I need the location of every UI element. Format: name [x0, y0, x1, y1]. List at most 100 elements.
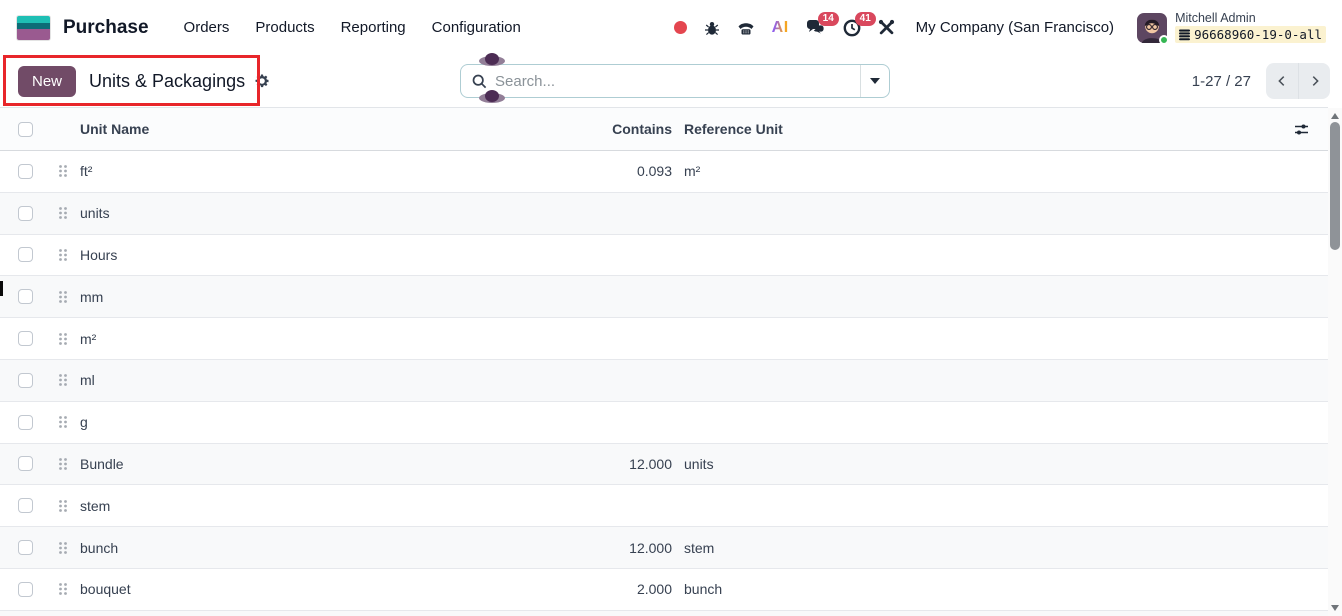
tools-icon[interactable]	[878, 19, 895, 36]
table-header: Unit Name Contains Reference Unit	[0, 108, 1328, 151]
search-bar[interactable]	[460, 64, 890, 98]
recording-indicator-icon	[674, 21, 687, 34]
messages-icon[interactable]: 14	[806, 19, 826, 36]
drag-dots-icon	[58, 499, 68, 513]
scroll-down-arrow-icon[interactable]	[1331, 605, 1339, 611]
reference-unit-cell[interactable]: stem	[672, 540, 872, 556]
drag-dots-icon	[58, 164, 68, 178]
contains-cell[interactable]: 0.093	[500, 163, 672, 179]
table-row[interactable]: units	[0, 193, 1328, 235]
row-checkbox[interactable]	[18, 289, 33, 304]
contains-cell[interactable]: 2.000	[500, 581, 672, 597]
row-checkbox[interactable]	[18, 247, 33, 262]
row-drag-handle[interactable]	[58, 541, 80, 555]
row-drag-handle[interactable]	[58, 415, 80, 429]
row-drag-handle[interactable]	[58, 373, 80, 387]
drag-dots-icon	[58, 541, 68, 555]
reference-unit-cell[interactable]: units	[672, 456, 872, 472]
unit-name-cell[interactable]: Hours	[80, 247, 500, 263]
menu-configuration[interactable]: Configuration	[419, 11, 534, 44]
table-row[interactable]: Bundle12.000units	[0, 444, 1328, 486]
search-icon	[472, 74, 487, 89]
contains-cell[interactable]: 12.000	[500, 540, 672, 556]
scrollbar-thumb[interactable]	[1330, 122, 1340, 250]
purchase-app-icon[interactable]	[16, 15, 51, 41]
app-name[interactable]: Purchase	[63, 17, 149, 39]
scroll-up-arrow-icon[interactable]	[1331, 113, 1339, 119]
cursor-artifact	[0, 281, 3, 296]
row-drag-handle[interactable]	[58, 499, 80, 513]
main-menu: Orders Products Reporting Configuration	[171, 11, 534, 44]
header-reference-unit[interactable]: Reference Unit	[672, 121, 872, 137]
database-icon	[1179, 29, 1190, 41]
drag-dots-icon	[58, 206, 68, 220]
menu-orders[interactable]: Orders	[171, 11, 243, 44]
table-row[interactable]: mm	[0, 276, 1328, 318]
unit-name-cell[interactable]: bunch	[80, 540, 500, 556]
table-row[interactable]: ft²0.093m²	[0, 151, 1328, 193]
row-drag-handle[interactable]	[58, 290, 80, 304]
row-checkbox[interactable]	[18, 373, 33, 388]
select-all-checkbox[interactable]	[18, 122, 33, 137]
row-checkbox[interactable]	[18, 498, 33, 513]
units-list-view: Unit Name Contains Reference Unit ft²0.0…	[0, 107, 1328, 616]
row-checkbox[interactable]	[18, 456, 33, 471]
database-badge: 96668960-19-0-all	[1175, 26, 1326, 43]
table-row[interactable]: bunch12.000stem	[0, 527, 1328, 569]
row-checkbox[interactable]	[18, 206, 33, 221]
row-checkbox[interactable]	[18, 415, 33, 430]
table-row[interactable]: stem	[0, 485, 1328, 527]
user-name: Mitchell Admin	[1175, 12, 1326, 26]
chevron-down-icon	[870, 78, 880, 84]
row-drag-handle[interactable]	[58, 582, 80, 596]
new-button[interactable]: New	[18, 66, 76, 97]
table-row[interactable]: ml	[0, 360, 1328, 402]
header-contains[interactable]: Contains	[500, 121, 672, 137]
unit-name-cell[interactable]: stem	[80, 498, 500, 514]
menu-reporting[interactable]: Reporting	[328, 11, 419, 44]
systray: AI 14 41 My Company (San Francisco)	[674, 12, 1326, 44]
row-checkbox[interactable]	[18, 540, 33, 555]
unit-name-cell[interactable]: m²	[80, 331, 500, 347]
vertical-scrollbar[interactable]	[1328, 108, 1342, 616]
reference-unit-cell[interactable]: bunch	[672, 581, 872, 597]
ai-icon[interactable]: AI	[772, 19, 789, 37]
pager-next-button[interactable]	[1298, 63, 1330, 99]
unit-name-cell[interactable]: g	[80, 414, 500, 430]
user-menu[interactable]: Mitchell Admin 96668960-19-0-all	[1137, 12, 1326, 44]
header-unit-name[interactable]: Unit Name	[80, 121, 500, 137]
row-drag-handle[interactable]	[58, 206, 80, 220]
contains-cell[interactable]: 12.000	[500, 456, 672, 472]
ai-label: AI	[772, 19, 789, 37]
debug-bug-icon[interactable]	[704, 20, 720, 36]
voip-phone-icon[interactable]	[737, 20, 755, 36]
optional-columns-icon[interactable]	[1293, 108, 1310, 150]
menu-products[interactable]: Products	[242, 11, 327, 44]
row-drag-handle[interactable]	[58, 248, 80, 262]
row-drag-handle[interactable]	[58, 164, 80, 178]
row-drag-handle[interactable]	[58, 457, 80, 471]
row-drag-handle[interactable]	[58, 332, 80, 346]
search-options-toggle[interactable]	[860, 65, 889, 97]
activities-clock-icon[interactable]: 41	[843, 19, 861, 37]
company-switcher[interactable]: My Company (San Francisco)	[916, 19, 1114, 36]
table-row[interactable]: g	[0, 402, 1328, 444]
reference-unit-cell[interactable]: m²	[672, 163, 872, 179]
control-panel: New Units & Packagings 1-27 / 27	[0, 55, 1342, 107]
table-row[interactable]: bouquet2.000bunch	[0, 569, 1328, 611]
unit-name-cell[interactable]: mm	[80, 289, 500, 305]
online-status-dot	[1159, 35, 1169, 45]
unit-name-cell[interactable]: Bundle	[80, 456, 500, 472]
table-row[interactable]: Hours	[0, 235, 1328, 277]
unit-name-cell[interactable]: ft²	[80, 163, 500, 179]
row-checkbox[interactable]	[18, 582, 33, 597]
action-gear-icon[interactable]	[254, 73, 270, 89]
unit-name-cell[interactable]: bouquet	[80, 581, 500, 597]
unit-name-cell[interactable]: ml	[80, 372, 500, 388]
row-checkbox[interactable]	[18, 164, 33, 179]
row-checkbox[interactable]	[18, 331, 33, 346]
pager-previous-button[interactable]	[1266, 63, 1298, 99]
table-row[interactable]: m²	[0, 318, 1328, 360]
unit-name-cell[interactable]: units	[80, 205, 500, 221]
search-input[interactable]	[495, 73, 860, 90]
